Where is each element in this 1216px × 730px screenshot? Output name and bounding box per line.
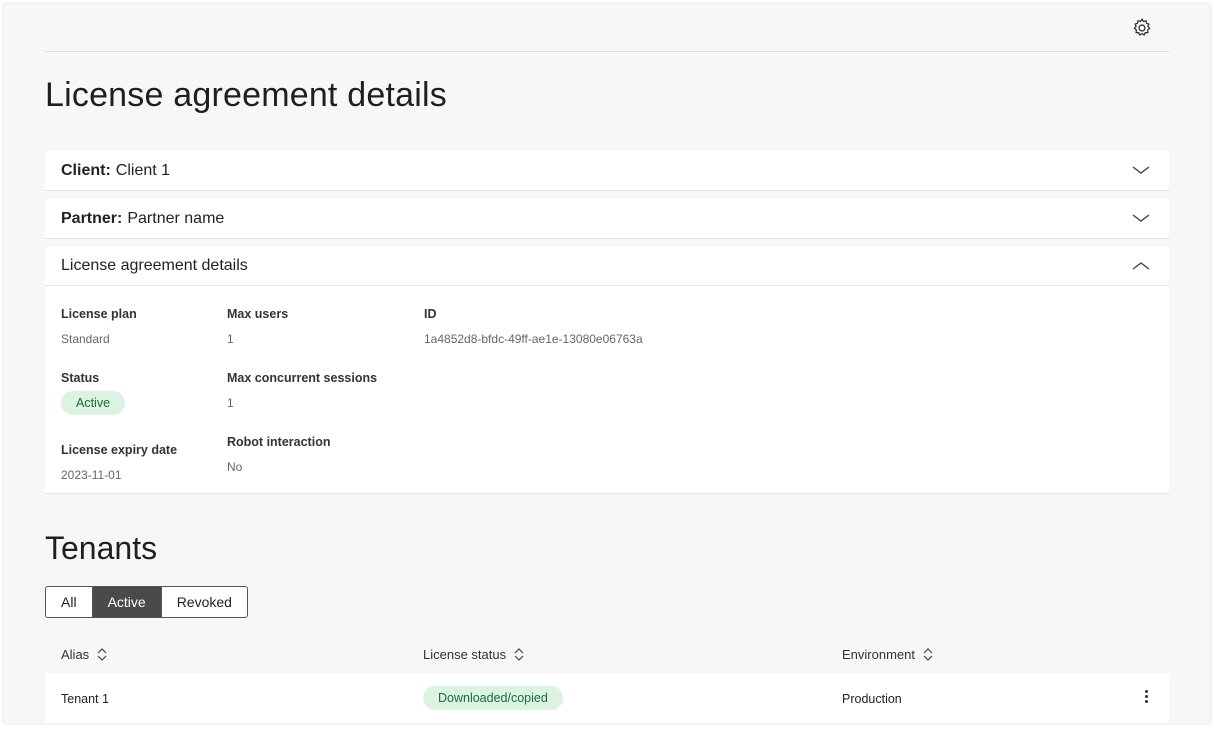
expiry-label: License expiry date bbox=[61, 443, 178, 457]
max-sessions-field: Max concurrent sessions 1 bbox=[227, 371, 377, 410]
details-accordion-header[interactable]: License agreement details bbox=[45, 247, 1169, 286]
sort-icon[interactable] bbox=[923, 648, 933, 661]
app-frame: License agreement details Client: Client… bbox=[4, 4, 1210, 723]
max-sessions-value: 1 bbox=[227, 396, 234, 410]
license-plan-value: Standard bbox=[61, 332, 110, 346]
gear-icon[interactable] bbox=[1131, 17, 1153, 39]
page-title: License agreement details bbox=[45, 76, 447, 114]
client-accordion-header[interactable]: Client: Client 1 bbox=[45, 151, 1169, 190]
filter-active[interactable]: Active bbox=[91, 587, 161, 617]
column-header-alias-label: Alias bbox=[61, 647, 90, 662]
expiry-value: 2023-11-01 bbox=[61, 468, 122, 482]
robot-field: Robot interaction No bbox=[227, 435, 330, 474]
chevron-up-icon[interactable] bbox=[1131, 260, 1151, 272]
status-field: Status Active bbox=[61, 371, 126, 415]
max-users-value: 1 bbox=[227, 332, 234, 346]
id-field: ID 1a4852d8-bfdc-49ff-ae1e-13080e06763a bbox=[424, 307, 643, 346]
kebab-menu-icon[interactable] bbox=[1143, 690, 1149, 706]
table-row[interactable]: Tenant 1 Downloaded/copied Production bbox=[45, 673, 1169, 723]
partner-label: Partner: bbox=[61, 209, 123, 227]
client-value: Client 1 bbox=[115, 161, 171, 179]
id-value: 1a4852d8-bfdc-49ff-ae1e-13080e06763a bbox=[424, 332, 643, 346]
filter-revoked[interactable]: Revoked bbox=[160, 587, 247, 617]
status-badge: Active bbox=[61, 391, 126, 415]
expiry-field: License expiry date 2023-11-01 bbox=[61, 443, 177, 482]
column-header-alias[interactable]: Alias bbox=[61, 647, 107, 662]
tenant-environment: Production bbox=[842, 692, 902, 706]
robot-value: No bbox=[227, 460, 243, 474]
partner-accordion-header[interactable]: Partner: Partner name bbox=[45, 199, 1169, 238]
max-users-label: Max users bbox=[227, 307, 289, 321]
column-header-license-status[interactable]: License status bbox=[423, 647, 524, 662]
sort-icon[interactable] bbox=[514, 648, 524, 661]
license-plan-label: License plan bbox=[61, 307, 137, 321]
client-accordion[interactable]: Client: Client 1 bbox=[45, 151, 1169, 191]
id-label: ID bbox=[424, 307, 437, 321]
max-users-field: Max users 1 bbox=[227, 307, 288, 346]
tenant-filter: All Active Revoked bbox=[45, 586, 248, 618]
partner-accordion[interactable]: Partner: Partner name bbox=[45, 199, 1169, 239]
details-accordion-title: License agreement details bbox=[61, 257, 248, 274]
status-label: Status bbox=[61, 371, 100, 385]
robot-label: Robot interaction bbox=[227, 435, 331, 449]
column-header-environment[interactable]: Environment bbox=[842, 647, 933, 662]
tenants-title: Tenants bbox=[45, 530, 158, 566]
chevron-down-icon[interactable] bbox=[1131, 212, 1151, 224]
column-header-license-status-label: License status bbox=[423, 647, 507, 662]
filter-all[interactable]: All bbox=[46, 587, 92, 617]
sort-icon[interactable] bbox=[97, 648, 107, 661]
license-status-badge: Downloaded/copied bbox=[423, 686, 563, 710]
partner-value: Partner name bbox=[127, 209, 225, 227]
license-plan-field: License plan Standard bbox=[61, 307, 137, 346]
client-label: Client: bbox=[61, 161, 111, 179]
chevron-down-icon[interactable] bbox=[1131, 164, 1151, 176]
tenant-alias: Tenant 1 bbox=[61, 692, 109, 706]
details-accordion: License agreement details License plan S… bbox=[45, 247, 1169, 494]
max-sessions-label: Max concurrent sessions bbox=[227, 371, 378, 385]
column-header-environment-label: Environment bbox=[842, 647, 915, 662]
top-bar bbox=[45, 4, 1169, 52]
